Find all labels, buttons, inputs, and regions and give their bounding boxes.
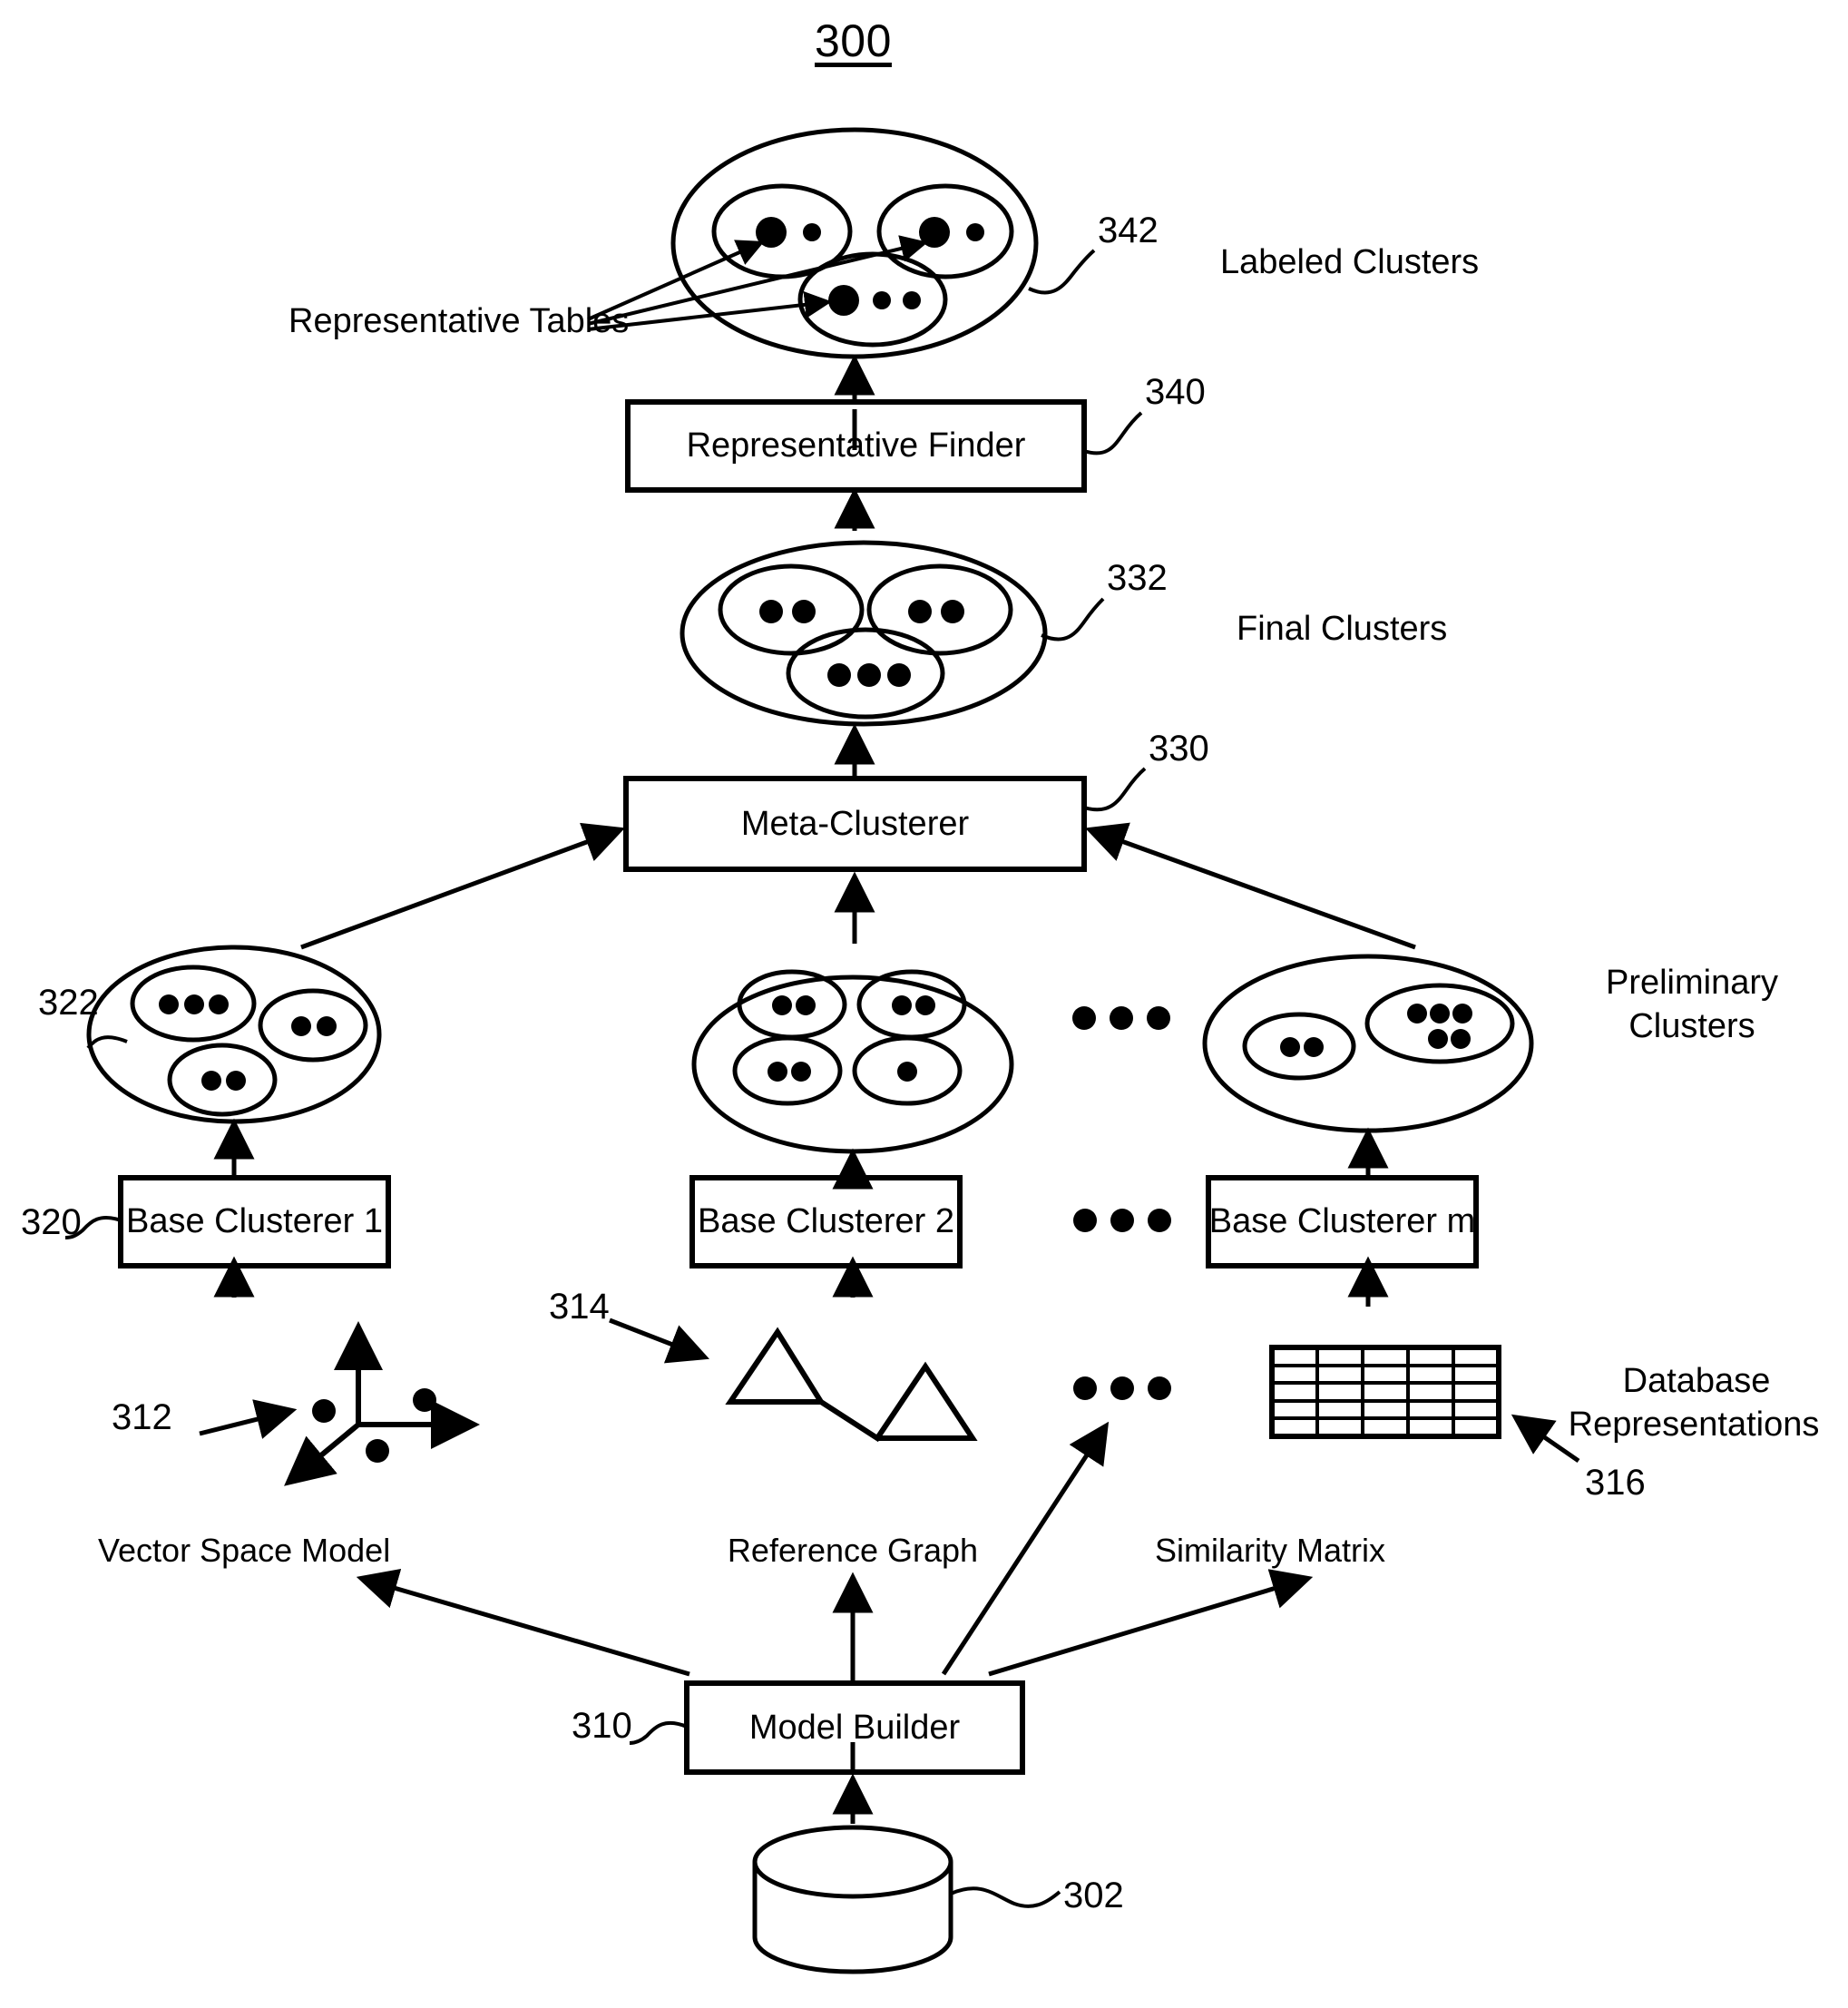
ellipsis-between-prelim-clusters xyxy=(1072,1006,1170,1030)
representative-tables-leader-lines xyxy=(587,235,928,331)
arrow-modelbuilder-to-simmatrix xyxy=(988,1569,1314,1677)
lead-curl-302 xyxy=(950,1886,1061,1908)
lead-curl-340 xyxy=(1083,411,1143,455)
ellipsis-dots xyxy=(1072,1006,1171,1400)
representative-finder-label[interactable]: Representative Finder xyxy=(628,402,1084,490)
figure-canvas: 300 342 340 332 330 322 320 312 314 316 … xyxy=(0,0,1848,2008)
model-builder-label[interactable]: Model Builder xyxy=(687,1683,1022,1772)
labeled-clusters-label: Labeled Clusters xyxy=(1220,243,1480,281)
preliminary-clusters-1-ellipse xyxy=(86,945,382,1124)
ref-numeral-302: 302 xyxy=(1063,1876,1124,1915)
ref-numeral-310: 310 xyxy=(572,1706,632,1746)
ref-numeral-340: 340 xyxy=(1145,372,1206,412)
final-clusters-ellipse xyxy=(680,540,1048,727)
meta-clusterer-label[interactable]: Meta-Clusterer xyxy=(626,779,1084,869)
arrow-modelbuilder-to-vsm xyxy=(356,1568,690,1677)
vector-space-model-label: Vector Space Model xyxy=(98,1532,391,1569)
base-clusterer-2-label[interactable]: Base Clusterer 2 xyxy=(692,1178,960,1266)
ref-numeral-316: 316 xyxy=(1585,1463,1646,1503)
ref-numeral-312: 312 xyxy=(112,1397,172,1437)
preliminary-clusters-label-line1: Preliminary xyxy=(1605,964,1779,1002)
database-representations-label-line2: Representations xyxy=(1568,1406,1820,1444)
labeled-clusters-ellipse xyxy=(670,127,1039,359)
figure-number: 300 xyxy=(815,15,892,66)
final-clusters-label: Final Clusters xyxy=(1237,610,1448,648)
vector-space-model-axes xyxy=(284,1321,480,1486)
similarity-matrix-label: Similarity Matrix xyxy=(1154,1532,1385,1569)
ref-numeral-330: 330 xyxy=(1149,729,1209,769)
representative-tables-label: Representative Tables xyxy=(288,302,630,340)
arrow-prelim1-to-meta xyxy=(300,822,626,950)
lead-curl-332 xyxy=(1041,597,1105,642)
database-cylinder xyxy=(752,1825,953,1974)
preliminary-clusters-3-ellipse xyxy=(1202,954,1534,1133)
base-clusterer-m-label[interactable]: Base Clusterer m xyxy=(1208,1178,1476,1266)
lead-curl-322 xyxy=(86,1035,128,1050)
lead-curl-330 xyxy=(1083,767,1147,812)
ref-numeral-314: 314 xyxy=(549,1287,610,1327)
reference-graph-triangles xyxy=(725,1327,978,1443)
similarity-matrix-grid xyxy=(1269,1345,1501,1439)
ref-numeral-320: 320 xyxy=(21,1202,82,1242)
base-clusterer-1-label[interactable]: Base Clusterer 1 xyxy=(121,1178,388,1266)
lead-curl-342 xyxy=(1028,249,1096,295)
reference-graph-label: Reference Graph xyxy=(727,1532,979,1569)
ref-numeral-332: 332 xyxy=(1107,558,1168,598)
ref-numeral-342: 342 xyxy=(1098,211,1159,250)
lead-curl-310 xyxy=(629,1720,688,1745)
lead-arrow-314 xyxy=(609,1317,709,1364)
lead-arrow-312 xyxy=(199,1399,298,1439)
preliminary-clusters-label-line2: Clusters xyxy=(1628,1007,1755,1045)
database-representations-label-line1: Database xyxy=(1622,1362,1771,1400)
arrow-prelim3-to-meta xyxy=(1084,822,1416,950)
ellipsis-between-db-representations xyxy=(1073,1376,1171,1400)
ellipsis-between-base-clusterers xyxy=(1073,1209,1171,1232)
preliminary-clusters-2-ellipse xyxy=(691,969,1014,1154)
ref-numeral-322: 322 xyxy=(38,983,99,1023)
